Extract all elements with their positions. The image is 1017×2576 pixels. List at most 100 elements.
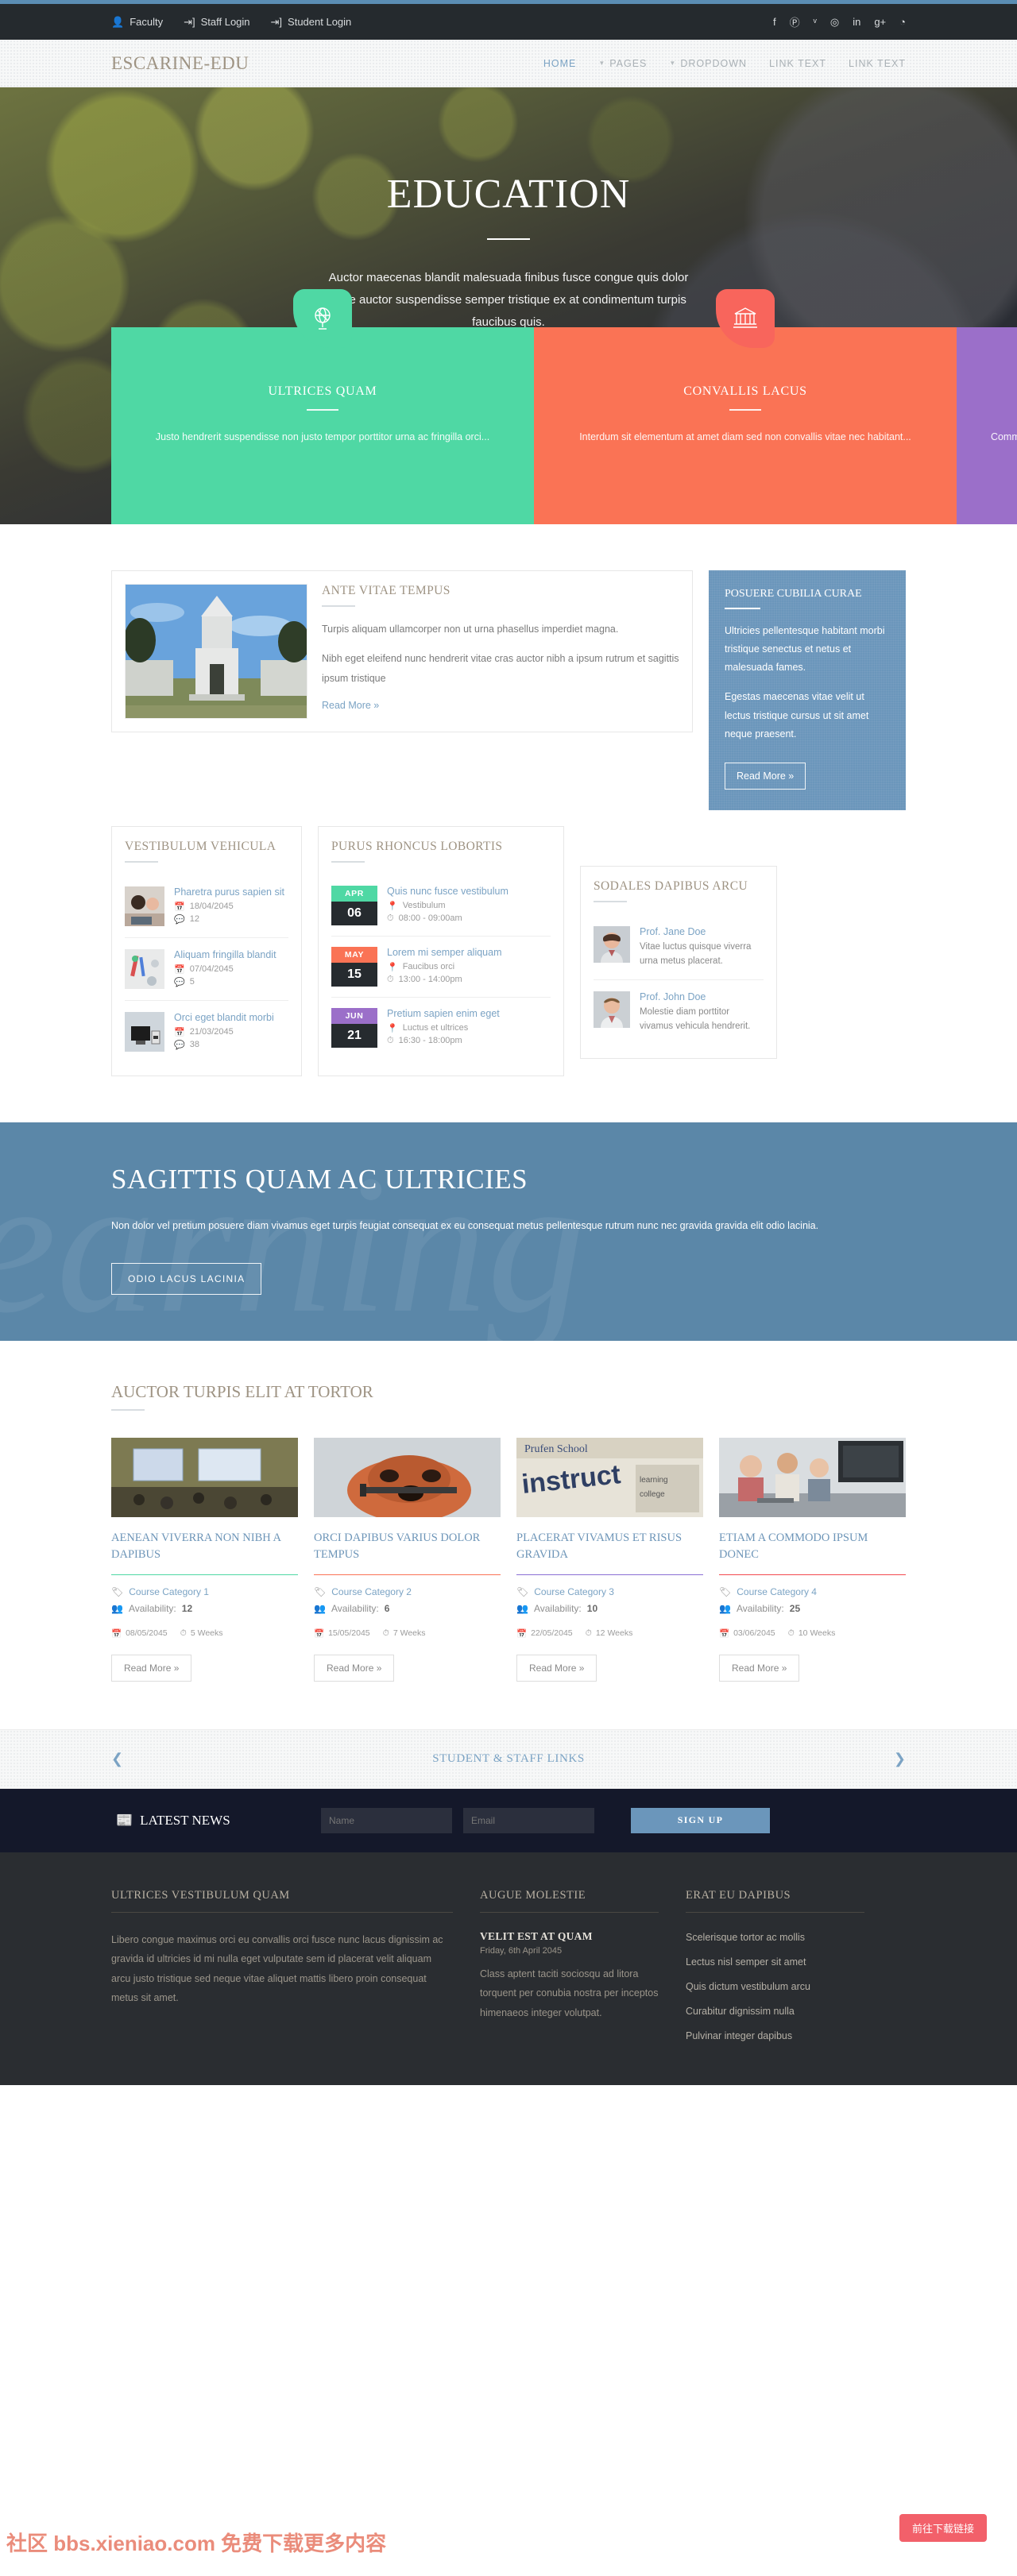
event-title-link[interactable]: Quis nunc fusce vestibulum: [387, 886, 508, 897]
google-plus-icon[interactable]: g+: [874, 16, 886, 28]
nav-item-home[interactable]: HOME: [543, 58, 577, 69]
list-item[interactable]: MAY 15 Lorem mi semper aliquam 📍 Faucibu…: [331, 937, 551, 998]
chevron-down-icon[interactable]: ❮: [111, 1751, 123, 1767]
footer-link[interactable]: Curabitur dignissim nulla: [686, 2006, 795, 2017]
list-item[interactable]: Aliquam fringilla blandit 📅 07/04/2045 💬…: [125, 938, 288, 1001]
post-thumbnail: [125, 886, 164, 926]
events-widget-title: PURUS RHONCUS LOBORTIS: [331, 839, 503, 853]
course-card-2[interactable]: ORCI DAPIBUS VARIUS DOLOR TEMPUS 🏷 Cours…: [314, 1437, 501, 1682]
course-duration: ⏱ 12 Weeks: [585, 1628, 633, 1639]
nav-item-dropdown[interactable]: ▼ DROPDOWN: [669, 58, 747, 69]
footer-about-text: Libero congue maximus orci eu convallis …: [111, 1933, 443, 2003]
post-comments: 💬 38: [174, 1040, 199, 1050]
nav-item-link-2-label: LINK TEXT: [849, 57, 906, 69]
newsletter-email-input[interactable]: [463, 1807, 594, 1833]
instagram-icon[interactable]: ◎: [830, 16, 839, 29]
feature-box-proin-vulputate[interactable]: PROIN VULPUTATE Commodo quis maecenas in…: [957, 327, 1017, 524]
event-title-link[interactable]: Lorem mi semper aliquam: [387, 947, 502, 958]
callout-cta-button[interactable]: ODIO LACUS LACINIA: [111, 1262, 262, 1295]
course-category-link[interactable]: Course Category 4: [737, 1586, 817, 1597]
course-category-link[interactable]: Course Category 1: [129, 1586, 209, 1597]
course-card-1[interactable]: AENEAN VIVERRA NON NIBH A DAPIBUS 🏷 Cour…: [111, 1437, 298, 1682]
feature-box-convallis-lacus[interactable]: CONVALLIS LACUS Interdum sit elementum a…: [534, 289, 957, 524]
post-title-link[interactable]: Pharetra purus sapien sit: [174, 886, 284, 898]
clock-icon: ⏱: [387, 974, 394, 984]
footer-links-title: ERAT EU DAPIBUS: [686, 1889, 864, 1913]
pinterest-icon[interactable]: Ⓟ: [790, 14, 800, 29]
hero-banner: EDUCATION Auctor maecenas blandit malesu…: [0, 87, 1017, 524]
event-month: JUN: [331, 1007, 377, 1024]
calendar-icon: 📅: [174, 964, 185, 975]
top-link-faculty[interactable]: 👤 Faculty: [111, 16, 163, 28]
list-item[interactable]: Lectus nisl semper sit amet: [686, 1955, 864, 1969]
nav-item-link-1[interactable]: LINK TEXT: [769, 58, 826, 69]
staff-name-link[interactable]: Prof. John Doe: [640, 991, 764, 1002]
course-read-more-button[interactable]: Read More »: [314, 1654, 395, 1682]
nav-item-link-2[interactable]: LINK TEXT: [849, 58, 906, 69]
newsletter-signup-button[interactable]: SIGN UP: [631, 1807, 770, 1833]
callout-title: SAGITTIS QUAM AC ULTRICIES: [111, 1163, 528, 1195]
list-item[interactable]: Orci eget blandit morbi 📅 21/03/2045 💬 3…: [125, 1001, 288, 1063]
top-link-student-login[interactable]: ⇥] Student Login: [271, 16, 352, 28]
feature-box-ultrices-quam[interactable]: ULTRICES QUAM Justo hendrerit suspendiss…: [111, 289, 534, 524]
nav-item-pages-label: PAGES: [609, 57, 648, 69]
course-read-more-button[interactable]: Read More »: [111, 1654, 192, 1682]
post-date: 📅 18/04/2045: [174, 902, 234, 912]
feature-divider: [729, 409, 761, 411]
linkedin-icon[interactable]: in: [853, 16, 860, 28]
newsletter-title: 📰 LATEST NEWS: [116, 1812, 230, 1828]
course-image: Prufen School instruct learning college: [516, 1437, 703, 1517]
list-item[interactable]: Scelerisque tortor ac mollis: [686, 1930, 864, 1945]
facebook-icon[interactable]: f: [773, 16, 776, 28]
course-read-more-button[interactable]: Read More »: [516, 1654, 597, 1682]
top-link-staff-login[interactable]: ⇥] Staff Login: [184, 16, 249, 28]
course-image: [314, 1437, 501, 1517]
top-utility-bar: 👤 Faculty ⇥] Staff Login ⇥] Student Logi…: [0, 4, 1017, 40]
event-title-link[interactable]: Pretium sapien enim eget: [387, 1008, 500, 1019]
rss-icon[interactable]: ◔: [899, 16, 906, 28]
page-watermark: 社区 bbs.xieniao.com 免费下载更多内容: [6, 2532, 387, 2555]
list-item[interactable]: Pulvinar integer dapibus: [686, 2029, 864, 2043]
course-category-link[interactable]: Course Category 2: [331, 1586, 412, 1597]
course-card-3[interactable]: Prufen School instruct learning college …: [516, 1437, 703, 1682]
download-float-button[interactable]: 前往下载链接: [899, 2514, 987, 2542]
tag-icon: 🏷: [719, 1585, 732, 1597]
newsletter-name-input[interactable]: [321, 1807, 452, 1833]
twitter-icon[interactable]: ᵛ: [814, 16, 817, 28]
clock-icon: ⏱: [382, 1628, 389, 1638]
post-date: 📅 07/04/2045: [174, 964, 234, 975]
promo-paragraph-2: Nibh eget eleifend nunc hendrerit vitae …: [322, 653, 679, 684]
list-item[interactable]: Curabitur dignissim nulla: [686, 2004, 864, 2018]
staff-name-link[interactable]: Prof. Jane Doe: [640, 926, 764, 937]
course-card-4[interactable]: ETIAM A COMMODO IPSUM DONEC 🏷 Course Cat…: [719, 1437, 906, 1682]
post-title-link[interactable]: Orci eget blandit morbi: [174, 1012, 274, 1023]
highlight-read-more-button[interactable]: Read More »: [725, 762, 806, 790]
list-item[interactable]: Quis dictum vestibulum arcu: [686, 1979, 864, 1994]
course-category-link[interactable]: Course Category 3: [534, 1586, 614, 1597]
list-item[interactable]: Prof. John Doe Molestie diam porttitor v…: [594, 980, 764, 1045]
clock-icon: ⏱: [787, 1628, 795, 1638]
calendar-icon: 📅: [516, 1628, 528, 1639]
footer-link[interactable]: Lectus nisl semper sit amet: [686, 1956, 806, 1968]
tag-icon: 🏷: [314, 1585, 327, 1597]
event-date-badge: JUN 21: [331, 1007, 377, 1048]
course-read-more-button[interactable]: Read More »: [719, 1654, 800, 1682]
nav-item-pages[interactable]: ▼ PAGES: [598, 58, 647, 69]
chevron-down-icon[interactable]: ❯: [894, 1751, 906, 1767]
list-item[interactable]: APR 06 Quis nunc fusce vestibulum 📍 Vest…: [331, 875, 551, 937]
promo-read-more-link[interactable]: Read More »: [322, 700, 379, 711]
login-icon: ⇥]: [184, 16, 195, 28]
list-item[interactable]: Pharetra purus sapien sit 📅 18/04/2045 💬…: [125, 875, 288, 938]
list-item[interactable]: Prof. Jane Doe Vitae luctus quisque vive…: [594, 915, 764, 981]
promo-image: [125, 584, 307, 719]
footer-about-title: ULTRICES VESTIBULUM QUAM: [111, 1889, 453, 1913]
footer-link[interactable]: Quis dictum vestibulum arcu: [686, 1981, 810, 1992]
footer-link[interactable]: Scelerisque tortor ac mollis: [686, 1932, 805, 1943]
student-staff-links-bar[interactable]: ❮ STUDENT & STAFF LINKS ❯: [0, 1728, 1017, 1789]
calendar-icon: 📅: [174, 902, 185, 912]
feature-text: Justo hendrerit suspendisse non justo te…: [155, 431, 490, 442]
footer-link[interactable]: Pulvinar integer dapibus: [686, 2030, 792, 2041]
list-item[interactable]: JUN 21 Pretium sapien enim eget 📍 Luctus…: [331, 998, 551, 1058]
site-logo[interactable]: ESCARINE-EDU: [111, 53, 249, 74]
post-title-link[interactable]: Aliquam fringilla blandit: [174, 949, 276, 960]
